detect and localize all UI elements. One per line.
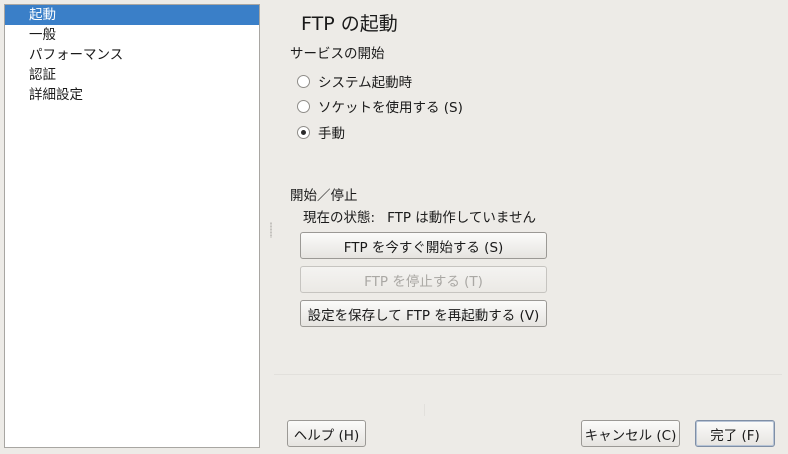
sidebar-item-startup[interactable]: 起動 xyxy=(5,5,259,25)
sidebar-item-advanced-settings[interactable]: 詳細設定 xyxy=(5,85,259,105)
sidebar-item-performance[interactable]: パフォーマンス xyxy=(5,45,259,65)
service-start-heading: サービスの開始 xyxy=(290,46,385,62)
save-and-restart-ftp-button[interactable]: 設定を保存して FTP を再起動する (V) xyxy=(300,300,547,327)
separator xyxy=(274,374,782,375)
radio-manual[interactable]: 手動 xyxy=(297,123,345,142)
separator xyxy=(424,404,425,416)
radio-on-boot[interactable]: システム起動時 xyxy=(297,72,413,91)
page-title: FTP の起動 xyxy=(301,13,398,35)
radio-button[interactable] xyxy=(297,74,310,88)
radio-button[interactable] xyxy=(297,125,310,139)
status-label: 現在の状態: xyxy=(303,210,376,226)
start-ftp-now-button[interactable]: FTP を今すぐ開始する (S) xyxy=(300,232,547,259)
start-stop-heading: 開始／停止 xyxy=(290,188,358,204)
help-button[interactable]: ヘルプ (H) xyxy=(287,420,366,447)
radio-label: 手動 xyxy=(318,126,345,142)
sidebar-item-authentication[interactable]: 認証 xyxy=(5,65,259,85)
pane-splitter-handle[interactable] xyxy=(270,222,272,238)
radio-via-socket[interactable]: ソケットを使用する (S) xyxy=(297,97,463,116)
stop-ftp-button[interactable]: FTP を停止する (T) xyxy=(300,266,547,293)
status-value: FTP は動作していません xyxy=(387,210,536,226)
current-status: 現在の状態: FTP は動作していません xyxy=(303,206,536,226)
finish-button[interactable]: 完了 (F) xyxy=(695,420,775,447)
radio-label: システム起動時 xyxy=(318,75,413,91)
sidebar-tree[interactable]: 起動 一般 パフォーマンス 認証 詳細設定 xyxy=(4,4,260,448)
sidebar-item-general[interactable]: 一般 xyxy=(5,25,259,45)
radio-button[interactable] xyxy=(297,99,310,113)
cancel-button[interactable]: キャンセル (C) xyxy=(581,420,680,447)
radio-label: ソケットを使用する (S) xyxy=(318,100,463,116)
